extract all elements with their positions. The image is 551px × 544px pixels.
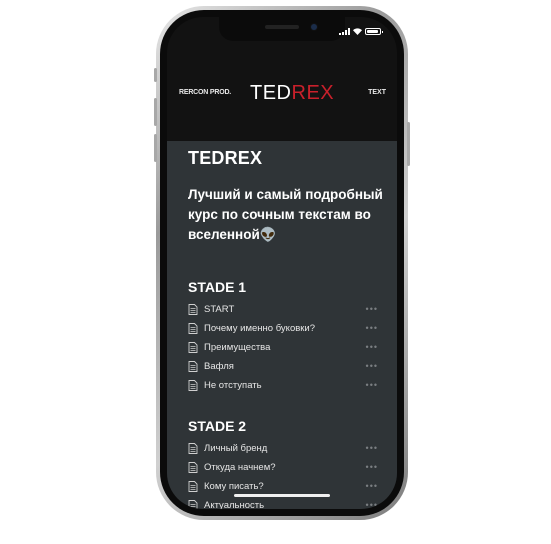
page-link-dont-retreat[interactable]: Не отступать ••• <box>188 376 378 395</box>
power-button <box>407 122 410 166</box>
battery-icon <box>365 28 383 35</box>
section-title-stade-2: STADE 2 <box>188 418 247 434</box>
document-icon <box>188 443 198 454</box>
page-link-where-to-start[interactable]: Откуда начнем? ••• <box>188 458 378 477</box>
more-dots-icon[interactable]: ••• <box>366 381 378 390</box>
page-list-stade-2: Личный бренд ••• Откуда начнем? ••• Кому… <box>188 439 378 509</box>
logo-part-ted: TED <box>250 82 292 104</box>
page-list-stade-1: START ••• Почему именно буковки? ••• Пре… <box>188 300 378 395</box>
phone-frame: RERCON PROD. TEDREX TEXT TEDREX Лучший и… <box>154 6 410 520</box>
more-dots-icon[interactable]: ••• <box>366 343 378 352</box>
wifi-icon <box>353 28 362 35</box>
page-link-personal-brand[interactable]: Личный бренд ••• <box>188 439 378 458</box>
page-link-waffle[interactable]: Вафля ••• <box>188 357 378 376</box>
header-right-link[interactable]: TEXT <box>368 89 386 96</box>
logo[interactable]: TEDREX <box>250 82 334 105</box>
document-icon <box>188 342 198 353</box>
document-icon <box>188 380 198 391</box>
status-bar <box>339 28 383 35</box>
document-icon <box>188 481 198 492</box>
header-left-link[interactable]: RERCON PROD. <box>179 89 231 96</box>
document-icon <box>188 304 198 315</box>
logo-part-rex: REX <box>291 82 335 104</box>
home-indicator[interactable] <box>234 494 330 497</box>
page-link-label: Почему именно буковки? <box>204 323 316 334</box>
section-title-stade-1: STADE 1 <box>188 279 247 295</box>
page-link-start[interactable]: START ••• <box>188 300 378 319</box>
page-link-label: Не отступать <box>204 380 262 391</box>
camera-icon <box>311 24 317 30</box>
page-link-label: Кому писать? <box>204 481 264 492</box>
document-icon <box>188 323 198 334</box>
volume-up-button <box>154 98 157 126</box>
notch <box>219 17 345 41</box>
document-icon <box>188 361 198 372</box>
volume-down-button <box>154 134 157 162</box>
more-dots-icon[interactable]: ••• <box>366 324 378 333</box>
signal-icon <box>339 28 350 35</box>
more-dots-icon[interactable]: ••• <box>366 482 378 491</box>
more-dots-icon[interactable]: ••• <box>366 362 378 371</box>
more-dots-icon[interactable]: ••• <box>366 501 378 510</box>
page-link-label: Личный бренд <box>204 443 268 454</box>
page-link-label: Актуальность <box>204 500 265 509</box>
app-header: RERCON PROD. TEDREX TEXT <box>167 75 397 109</box>
page-content: TEDREX Лучший и самый подробный курс по … <box>167 141 397 509</box>
phone-screen: RERCON PROD. TEDREX TEXT TEDREX Лучший и… <box>167 17 397 509</box>
page-subtitle: Лучший и самый подробный курс по сочным … <box>188 187 383 242</box>
more-dots-icon[interactable]: ••• <box>366 305 378 314</box>
speaker-grille <box>265 25 299 29</box>
page-link-why-letters[interactable]: Почему именно буковки? ••• <box>188 319 378 338</box>
page-link-label: START <box>204 304 235 315</box>
document-icon <box>188 500 198 509</box>
document-icon <box>188 462 198 473</box>
page-link-label: Вафля <box>204 361 234 372</box>
page-link-advantages[interactable]: Преимущества ••• <box>188 338 378 357</box>
more-dots-icon[interactable]: ••• <box>366 444 378 453</box>
page-link-label: Откуда начнем? <box>204 462 276 473</box>
more-dots-icon[interactable]: ••• <box>366 463 378 472</box>
page-link-label: Преимущества <box>204 342 271 353</box>
page-link-relevance[interactable]: Актуальность ••• <box>188 496 378 509</box>
mute-switch <box>154 68 157 82</box>
page-title: TEDREX <box>188 148 263 168</box>
